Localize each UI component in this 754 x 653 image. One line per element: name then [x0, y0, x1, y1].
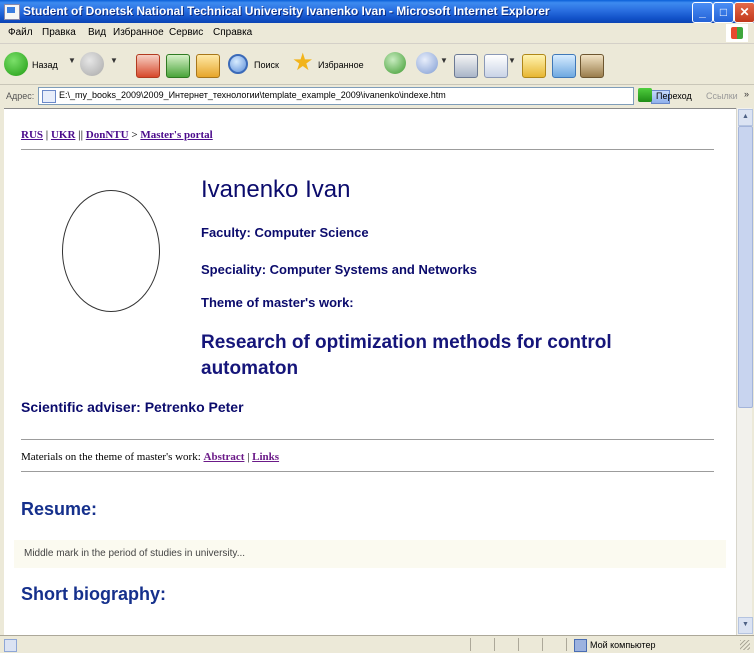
- biography-heading: Short biography:: [21, 584, 166, 604]
- link-links[interactable]: Links: [252, 451, 279, 463]
- mail-icon[interactable]: [416, 52, 438, 74]
- address-bar: Адрес: E:\_my_books_2009\2009_Интернет_т…: [0, 85, 754, 107]
- maximize-button[interactable]: □: [713, 2, 734, 23]
- minimize-button[interactable]: _: [692, 2, 713, 23]
- status-separator: [494, 638, 495, 651]
- breadcrumb-arrow: >: [128, 129, 141, 141]
- back-dropdown-icon[interactable]: ▼: [68, 56, 76, 65]
- favorites-label: Избранное: [318, 60, 364, 70]
- address-url[interactable]: E:\_my_books_2009\2009_Интернет_технолог…: [59, 90, 446, 100]
- divider: [21, 439, 714, 440]
- browser-window: Student of Donetsk National Technical Un…: [0, 0, 754, 653]
- back-button[interactable]: Назад: [4, 50, 64, 78]
- scroll-up-icon[interactable]: ▲: [738, 109, 753, 126]
- theme-of-work: Research of optimization methods for con…: [201, 332, 612, 379]
- home-icon[interactable]: [196, 54, 220, 78]
- menu-edit[interactable]: Правка: [42, 27, 76, 38]
- theme-label: Theme of master's work:: [201, 295, 354, 310]
- title-bar[interactable]: Student of Donetsk National Technical Un…: [0, 0, 754, 23]
- search-icon: [228, 54, 248, 74]
- back-label: Назад: [32, 60, 58, 70]
- edit-icon[interactable]: [484, 54, 508, 78]
- close-button[interactable]: ✕: [734, 2, 754, 23]
- breadcrumb: RUS | UKR || DonNTU > Master's portal: [21, 129, 213, 141]
- forward-dropdown-icon[interactable]: ▼: [110, 56, 118, 65]
- stop-icon[interactable]: [136, 54, 160, 78]
- status-separator: [542, 638, 543, 651]
- breadcrumb-sep: ||: [75, 129, 86, 141]
- address-label: Адрес:: [6, 91, 35, 101]
- photo-placeholder: [62, 190, 160, 312]
- status-bar: Мой компьютер: [0, 635, 754, 653]
- resize-grip[interactable]: [740, 640, 750, 650]
- resume-box: Middle mark in the period of studies in …: [14, 540, 726, 568]
- link-masters-portal[interactable]: Master's portal: [140, 129, 212, 141]
- status-separator: [566, 638, 567, 651]
- materials-label: Materials on the theme of master's work:: [21, 451, 204, 463]
- divider: [21, 471, 714, 472]
- link-donntu[interactable]: DonNTU: [86, 129, 129, 141]
- toolbar: Назад ▼ ▼ Поиск ★ Избранное ▼ ▼: [0, 44, 754, 85]
- menu-favorites[interactable]: Избранное: [113, 27, 164, 38]
- media-icon[interactable]: [384, 52, 406, 74]
- favorites-button[interactable]: ★ Избранное: [292, 50, 374, 78]
- link-ukr[interactable]: UKR: [51, 129, 75, 141]
- menu-view[interactable]: Вид: [88, 27, 106, 38]
- mail-dropdown-icon[interactable]: ▼: [440, 56, 448, 65]
- status-page-icon: [4, 639, 17, 652]
- status-separator: [470, 638, 471, 651]
- address-input[interactable]: E:\_my_books_2009\2009_Интернет_технолог…: [38, 87, 670, 105]
- link-rus[interactable]: RUS: [21, 129, 43, 141]
- page-icon: [42, 90, 56, 103]
- breadcrumb-sep: |: [43, 129, 51, 141]
- student-name: Ivanenko Ivan: [201, 176, 351, 203]
- scroll-thumb[interactable]: [738, 126, 753, 408]
- back-icon: [4, 52, 28, 76]
- resume-text: Middle mark in the period of studies in …: [24, 548, 246, 559]
- messenger-icon[interactable]: [552, 54, 576, 78]
- divider: [21, 149, 714, 150]
- menu-help[interactable]: Справка: [213, 27, 252, 38]
- go-button[interactable]: Переход: [656, 91, 692, 101]
- forward-button[interactable]: [80, 50, 108, 78]
- app-icon[interactable]: [4, 4, 20, 20]
- vertical-scrollbar[interactable]: ▲ ▼: [736, 108, 753, 635]
- materials-sep: |: [244, 451, 253, 463]
- edit-dropdown-icon[interactable]: ▼: [508, 56, 516, 65]
- faculty: Faculty: Computer Science: [201, 225, 369, 240]
- research-icon[interactable]: [580, 54, 604, 78]
- search-button[interactable]: Поиск: [228, 50, 290, 78]
- scientific-adviser: Scientific adviser: Petrenko Peter: [21, 399, 244, 415]
- menu-file[interactable]: Файл: [8, 27, 33, 38]
- favorites-icon: ★: [292, 49, 314, 76]
- links-button[interactable]: Ссылки: [706, 91, 738, 101]
- refresh-icon[interactable]: [166, 54, 190, 78]
- menu-bar: Файл Правка Вид Избранное Сервис Справка: [0, 23, 754, 44]
- print-icon[interactable]: [454, 54, 478, 78]
- link-abstract[interactable]: Abstract: [204, 451, 245, 463]
- menu-tools[interactable]: Сервис: [169, 27, 203, 38]
- windows-logo-icon: [726, 24, 748, 42]
- resume-heading: Resume:: [21, 499, 98, 519]
- forward-icon: [80, 52, 104, 76]
- go-icon[interactable]: [638, 88, 652, 102]
- status-separator: [518, 638, 519, 651]
- more-chevron-icon[interactable]: »: [744, 89, 749, 99]
- search-label: Поиск: [254, 60, 279, 70]
- security-zone: Мой компьютер: [590, 640, 656, 650]
- materials-line: Materials on the theme of master's work:…: [21, 451, 279, 463]
- window-title: Student of Donetsk National Technical Un…: [23, 4, 550, 18]
- scroll-down-icon[interactable]: ▼: [738, 617, 753, 634]
- speciality: Speciality: Computer Systems and Network…: [201, 262, 477, 277]
- folder-icon[interactable]: [522, 54, 546, 78]
- page-content: RUS | UKR || DonNTU > Master's portal Iv…: [4, 108, 736, 636]
- computer-icon: [574, 639, 587, 652]
